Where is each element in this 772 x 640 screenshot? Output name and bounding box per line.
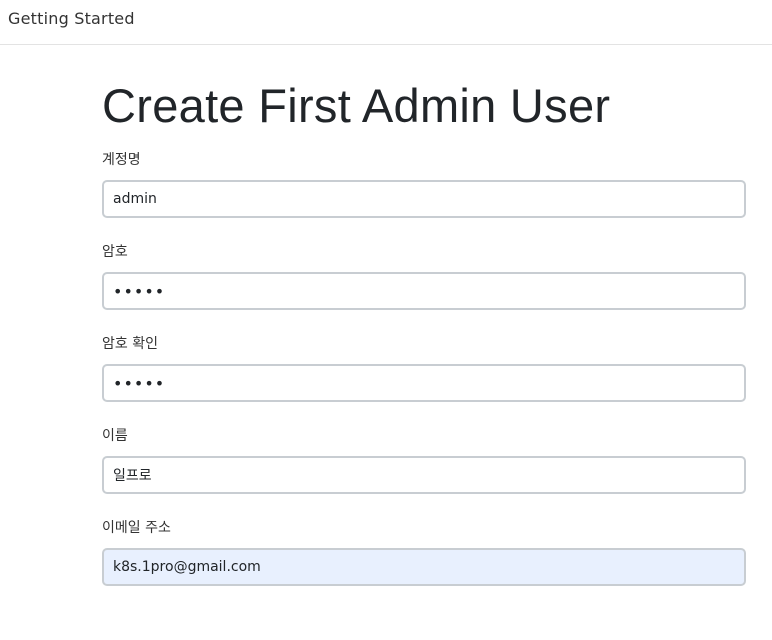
page-title: Create First Admin User [102,79,611,132]
fullname-input[interactable] [102,456,746,494]
email-input[interactable] [102,548,746,586]
top-bar: Getting Started [0,0,772,45]
password-field-group: 암호 [102,243,746,310]
email-label: 이메일 주소 [102,520,171,536]
password-label: 암호 [102,244,128,260]
password-input[interactable] [102,272,746,310]
header-title: Getting Started [8,9,135,28]
email-field-group: 이메일 주소 [102,519,746,586]
confirm-password-label: 암호 확인 [102,336,158,352]
confirm-password-field-group: 암호 확인 [102,335,746,402]
username-input[interactable] [102,180,746,218]
username-field-group: 계정명 [102,151,746,218]
fullname-field-group: 이름 [102,427,746,494]
fullname-label: 이름 [102,428,128,444]
username-label: 계정명 [102,152,141,168]
admin-user-form: Create First Admin User 계정명 암호 암호 확인 이름 … [102,78,746,611]
confirm-password-input[interactable] [102,364,746,402]
